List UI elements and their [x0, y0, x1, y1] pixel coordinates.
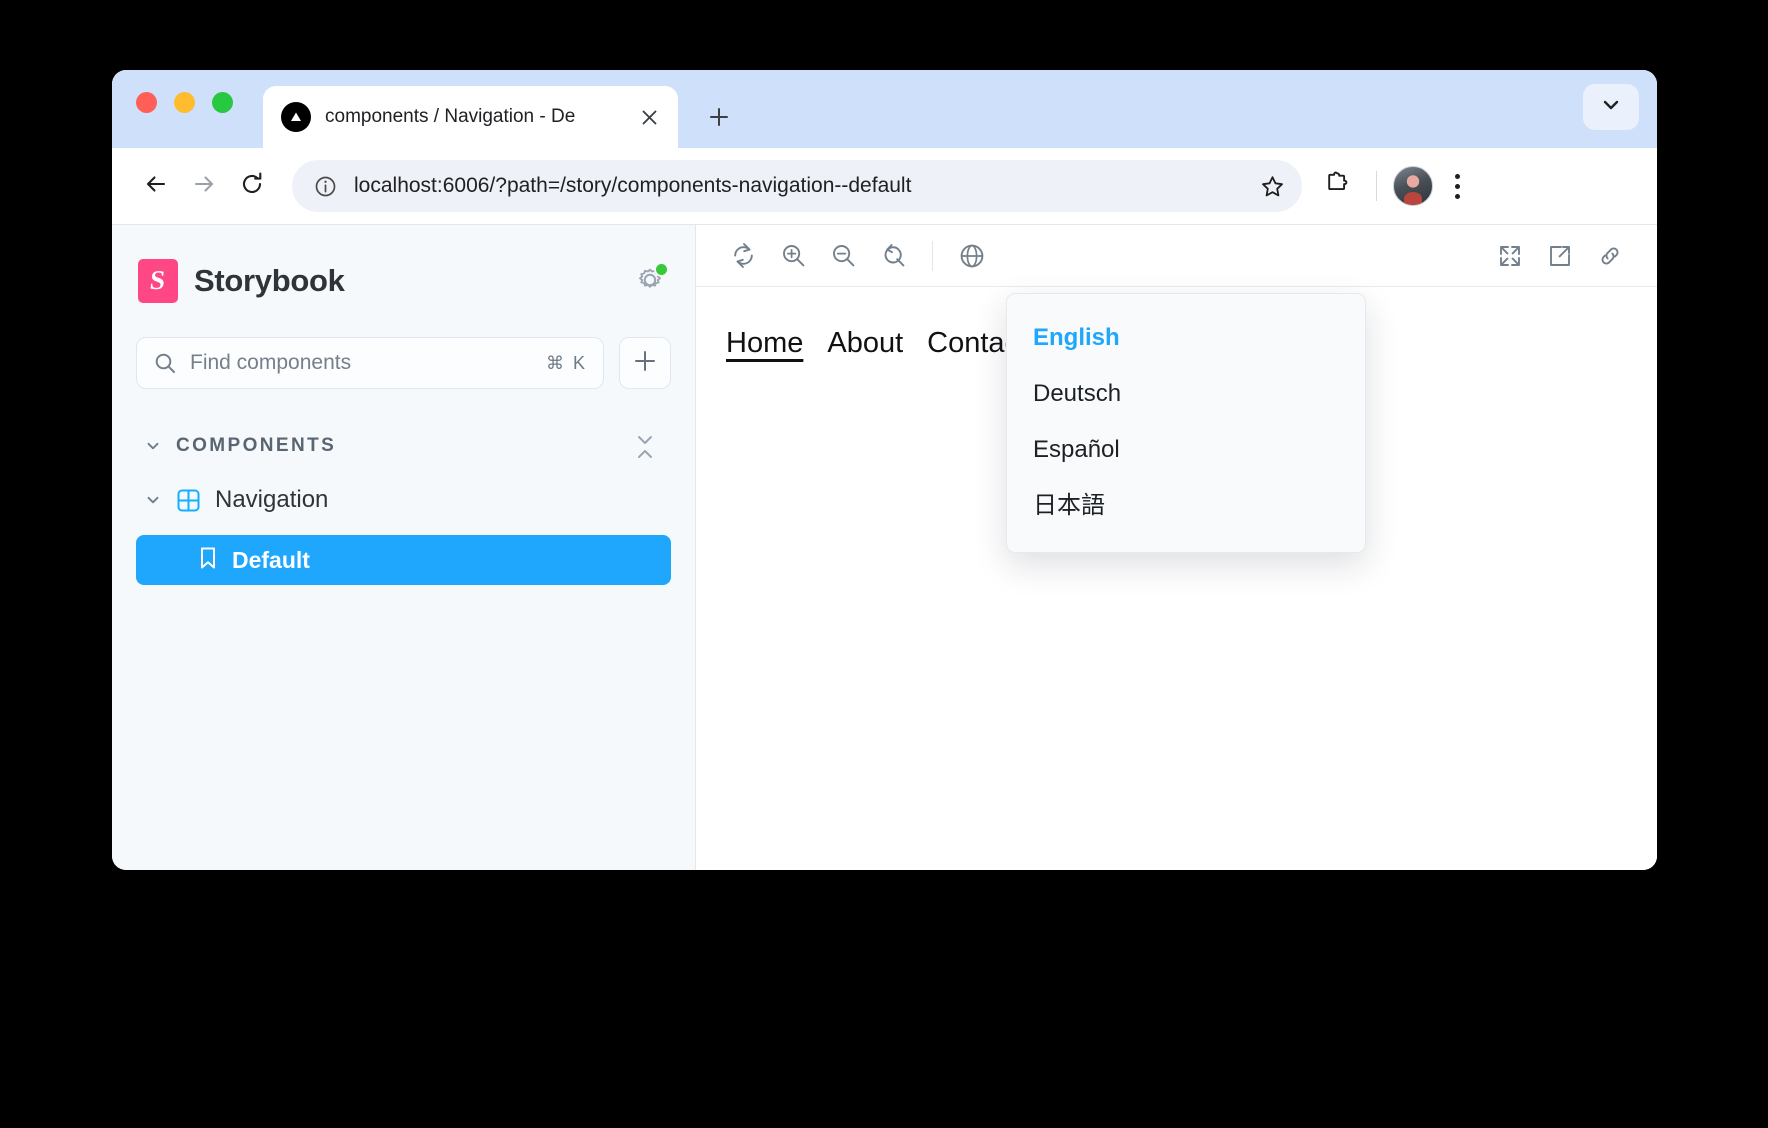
address-bar[interactable]: localhost:6006/?path=/story/components-n…: [292, 160, 1302, 212]
storybook-logo-icon: S: [138, 259, 178, 303]
forward-button[interactable]: [180, 162, 228, 210]
preview-canvas: Home About Contact English Deutsch Españ…: [696, 287, 1657, 870]
extensions-button[interactable]: [1314, 163, 1360, 209]
brand-title: Storybook: [194, 263, 345, 298]
puzzle-piece-icon: [1325, 171, 1350, 201]
sidebar-group-label: COMPONENTS: [176, 435, 337, 456]
component-grid-icon: [176, 488, 201, 513]
language-option-deutsch[interactable]: Deutsch: [1007, 366, 1365, 422]
search-placeholder: Find components: [190, 351, 352, 374]
search-icon: [153, 351, 177, 375]
arrow-left-icon: [143, 171, 169, 202]
sidebar-settings-button[interactable]: [629, 261, 671, 303]
screenshot-stage: components / Navigation - De localhost:6…: [0, 0, 1768, 1128]
zoom-out-icon[interactable]: [818, 234, 868, 278]
copy-link-icon[interactable]: [1585, 234, 1635, 278]
reload-icon: [239, 171, 265, 202]
storybook-app: S Storybook Find components ⌘ K COMPONEN…: [112, 224, 1657, 870]
language-option-japanese[interactable]: 日本語: [1007, 478, 1365, 534]
storybook-triangle-icon: [281, 102, 311, 132]
sidebar-search-row: Find components ⌘ K: [136, 337, 671, 389]
sidebar-item-default-story[interactable]: Default: [136, 535, 671, 585]
search-input[interactable]: Find components ⌘ K: [136, 337, 604, 389]
reload-button[interactable]: [228, 162, 276, 210]
search-shortcut-hint: ⌘ K: [545, 352, 587, 373]
nav-link-about[interactable]: About: [827, 327, 903, 360]
address-bar-url: localhost:6006/?path=/story/components-n…: [354, 174, 912, 197]
sidebar-item-navigation[interactable]: Navigation: [136, 477, 671, 523]
maximize-window-button[interactable]: [212, 92, 233, 113]
plus-icon: [632, 348, 658, 379]
status-badge: [654, 262, 669, 277]
sidebar-group-components[interactable]: COMPONENTS: [136, 429, 671, 463]
storybook-logo-letter: S: [148, 264, 168, 295]
kebab-menu-icon[interactable]: [1437, 163, 1477, 209]
storybook-sidebar: S Storybook Find components ⌘ K COMPONEN…: [112, 225, 696, 870]
browser-toolbar: localhost:6006/?path=/story/components-n…: [112, 148, 1657, 224]
language-option-english[interactable]: English: [1007, 310, 1365, 366]
new-tab-button[interactable]: [698, 96, 740, 138]
browser-toolbar-right: [1314, 163, 1477, 209]
sidebar-header[interactable]: S Storybook: [136, 255, 671, 307]
browser-window: components / Navigation - De localhost:6…: [112, 70, 1657, 870]
zoom-in-icon[interactable]: [768, 234, 818, 278]
bookmark-star-icon[interactable]: [1252, 166, 1292, 206]
sidebar-item-label: Navigation: [215, 486, 329, 513]
preview-toolbar: [696, 225, 1657, 287]
bookmark-icon: [198, 546, 218, 575]
toolbar-divider: [1376, 171, 1377, 201]
add-component-button[interactable]: [619, 337, 671, 389]
toolbar-divider: [932, 240, 933, 271]
remount-icon[interactable]: [718, 234, 768, 278]
zoom-reset-icon[interactable]: [868, 234, 918, 278]
browser-tab-strip: components / Navigation - De: [112, 70, 1657, 148]
back-button[interactable]: [132, 162, 180, 210]
chevron-down-icon: [1600, 94, 1622, 121]
fullscreen-icon[interactable]: [1485, 234, 1535, 278]
browser-tab[interactable]: components / Navigation - De: [263, 86, 678, 148]
storybook-preview: Home About Contact English Deutsch Españ…: [696, 225, 1657, 870]
collapse-all-icon[interactable]: [627, 427, 663, 467]
arrow-right-icon: [191, 171, 217, 202]
window-controls[interactable]: [136, 92, 233, 113]
chevron-down-icon: [144, 437, 162, 455]
sidebar-story-label: Default: [232, 546, 310, 573]
navigation-component: Home About Contact English Deutsch Españ…: [726, 293, 1366, 553]
globe-icon[interactable]: [947, 234, 997, 278]
chevron-down-icon: [144, 491, 162, 509]
nav-link-home[interactable]: Home: [726, 327, 803, 360]
language-option-espanol[interactable]: Español: [1007, 422, 1365, 478]
close-window-button[interactable]: [136, 92, 157, 113]
profile-avatar[interactable]: [1393, 166, 1433, 206]
browser-tab-title: components / Navigation - De: [325, 106, 576, 127]
close-icon[interactable]: [634, 102, 664, 132]
minimize-window-button[interactable]: [174, 92, 195, 113]
info-circle-icon[interactable]: [308, 169, 342, 203]
tab-search-button[interactable]: [1583, 84, 1639, 130]
language-dropdown-menu: English Deutsch Español 日本語: [1006, 293, 1366, 553]
open-new-tab-icon[interactable]: [1535, 234, 1585, 278]
